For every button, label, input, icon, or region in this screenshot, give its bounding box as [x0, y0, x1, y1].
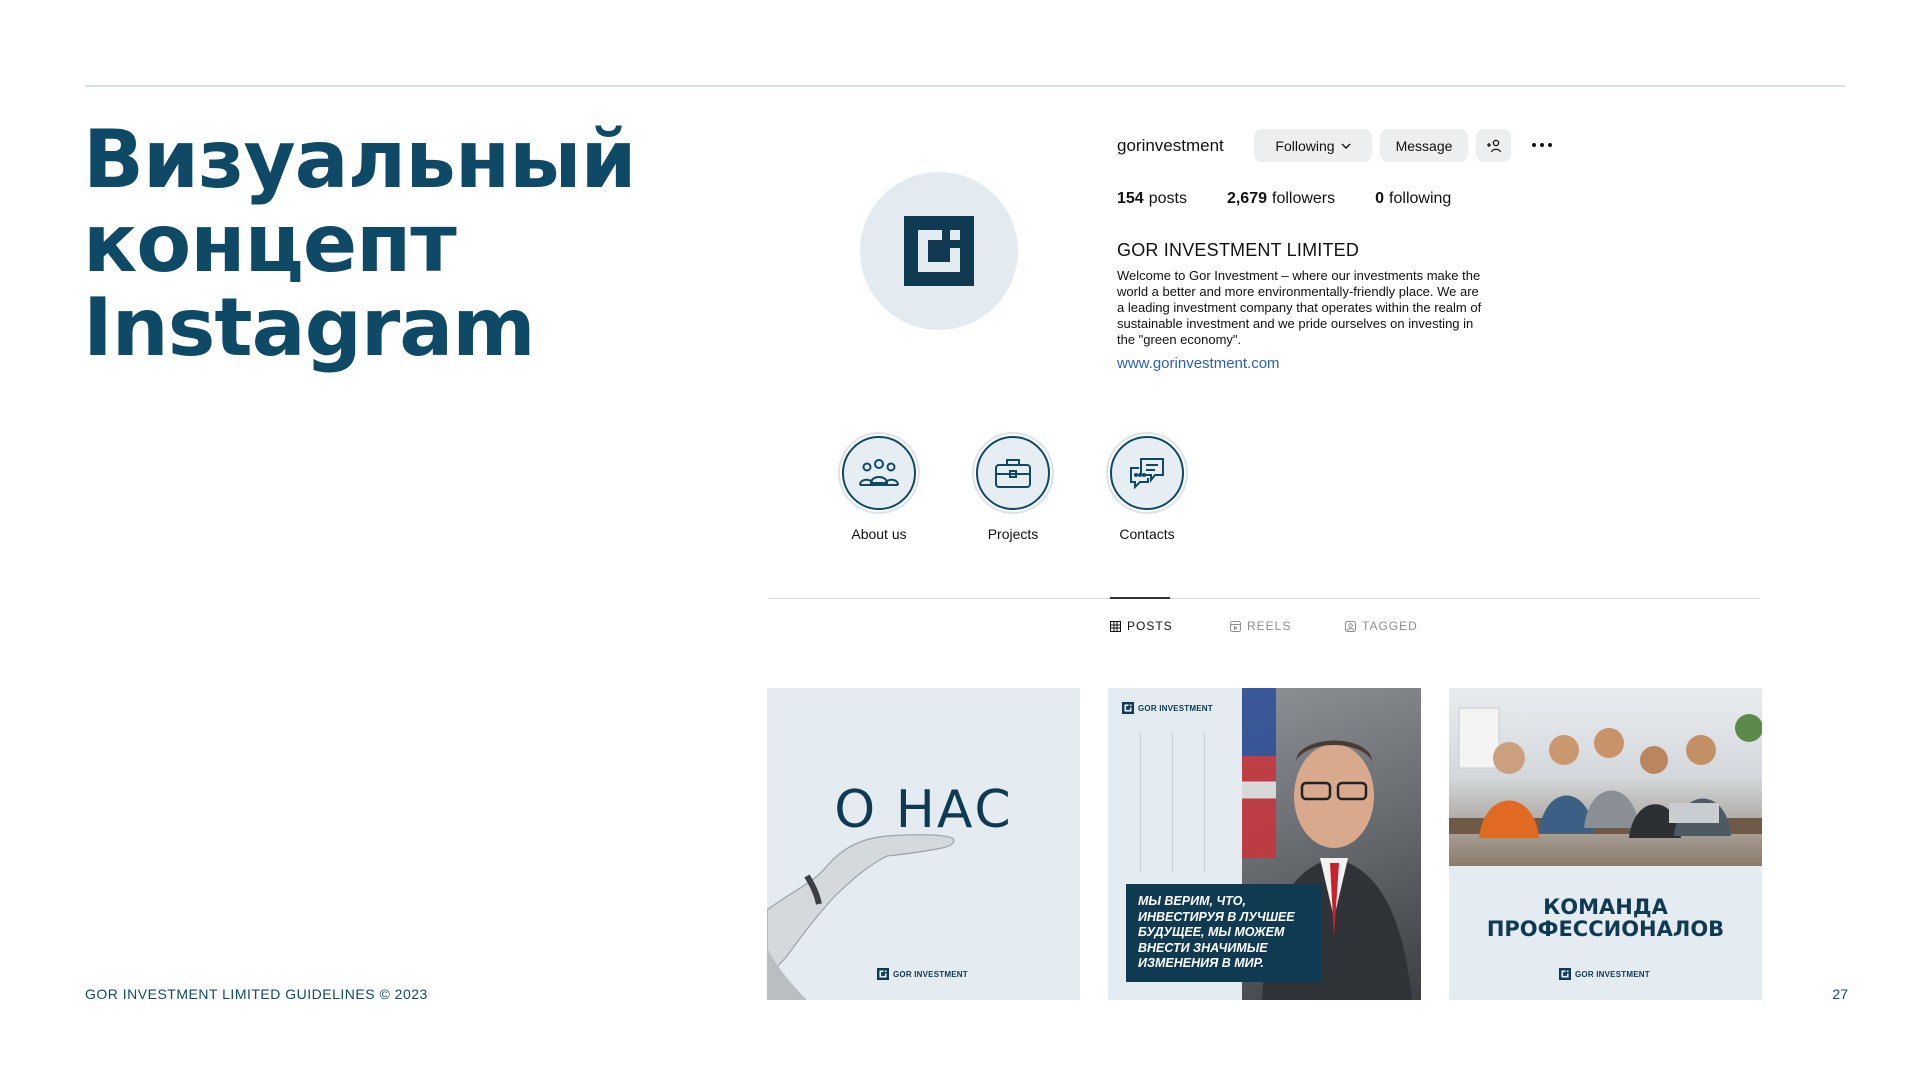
slide-title-line-1: Визуальный	[83, 113, 637, 206]
tab-tagged[interactable]: TAGGED	[1345, 619, 1418, 633]
post-logo: GOR INVESTMENT	[1559, 968, 1650, 980]
slide-title: Визуальный концепт Instagram	[83, 118, 683, 370]
tabs-divider	[768, 598, 1760, 599]
gor-logo-icon	[1122, 702, 1134, 714]
post-logo: GOR INVESTMENT	[1122, 702, 1213, 714]
profile-stats: 154 posts 2,679 followers 0 following	[1117, 190, 1451, 208]
post-quote[interactable]: GOR INVESTMENT МЫ ВЕРИМ, ЧТО, ИНВЕСТИРУЯ…	[1108, 688, 1421, 1000]
top-divider	[85, 85, 1845, 87]
hand-image	[767, 834, 955, 1000]
following-stat[interactable]: 0 following	[1375, 190, 1451, 208]
tab-reels[interactable]: REELS	[1230, 619, 1291, 633]
chat-bubbles-icon	[1130, 458, 1164, 490]
page-number: 27	[1832, 986, 1848, 1002]
slide-title-line-3: Instagram	[83, 281, 536, 374]
chevron-down-icon	[1341, 143, 1351, 149]
more-options-icon[interactable]	[1528, 133, 1556, 157]
tab-posts[interactable]: POSTS	[1110, 619, 1173, 633]
slide-footer: GOR INVESTMENT LIMITED GUIDELINES © 2023	[85, 986, 428, 1002]
quote-text: МЫ ВЕРИМ, ЧТО, ИНВЕСТИРУЯ В ЛУЧШЕЕ БУДУЩ…	[1138, 894, 1295, 970]
profile-bio: Welcome to Gor Investment – where our in…	[1117, 268, 1482, 347]
posts-stat[interactable]: 154 posts	[1117, 190, 1187, 208]
post-title: КОМАНДА ПРОФЕССИОНАЛОВ	[1486, 895, 1725, 941]
followers-stat[interactable]: 2,679 followers	[1227, 190, 1335, 208]
add-user-icon	[1486, 139, 1501, 152]
tagged-icon	[1345, 620, 1356, 632]
people-group-icon	[859, 459, 899, 486]
highlight-label: About us	[851, 526, 907, 542]
message-button[interactable]: Message	[1380, 129, 1468, 162]
slide-title-line-2: концепт	[83, 197, 457, 290]
post-team[interactable]: КОМАНДА ПРОФЕССИОНАЛОВ GOR INVESTMENT	[1449, 688, 1762, 1000]
briefcase-icon	[995, 459, 1031, 488]
highlight-projects[interactable]: Projects	[963, 432, 1063, 542]
gor-logo-icon	[877, 968, 889, 980]
highlight-about-us[interactable]: About us	[829, 432, 929, 542]
highlight-label: Contacts	[1119, 526, 1175, 542]
profile-website-link[interactable]: www.gorinvestment.com	[1117, 355, 1280, 372]
reels-icon	[1230, 620, 1241, 632]
following-button-label: Following	[1275, 137, 1335, 154]
team-photo	[1449, 688, 1762, 866]
highlight-label: Projects	[987, 526, 1039, 542]
post-about-us[interactable]: О НАС GOR INVESTMENT	[767, 688, 1080, 1000]
following-button[interactable]: Following	[1254, 129, 1372, 162]
active-tab-indicator	[1110, 597, 1170, 599]
profile-username: gorinvestment	[1117, 136, 1224, 155]
add-user-button[interactable]	[1476, 129, 1511, 162]
quote-box: МЫ ВЕРИМ, ЧТО, ИНВЕСТИРУЯ В ЛУЧШЕЕ БУДУЩ…	[1126, 884, 1322, 982]
gor-logo-icon	[904, 216, 974, 286]
profile-avatar[interactable]	[860, 172, 1018, 330]
grid-icon	[1110, 620, 1121, 632]
highlight-contacts[interactable]: Contacts	[1097, 432, 1197, 542]
gor-logo-icon	[1559, 968, 1571, 980]
team-figures	[1449, 707, 1762, 838]
post-logo: GOR INVESTMENT	[877, 968, 968, 980]
profile-display-name: GOR INVESTMENT LIMITED	[1117, 240, 1360, 260]
